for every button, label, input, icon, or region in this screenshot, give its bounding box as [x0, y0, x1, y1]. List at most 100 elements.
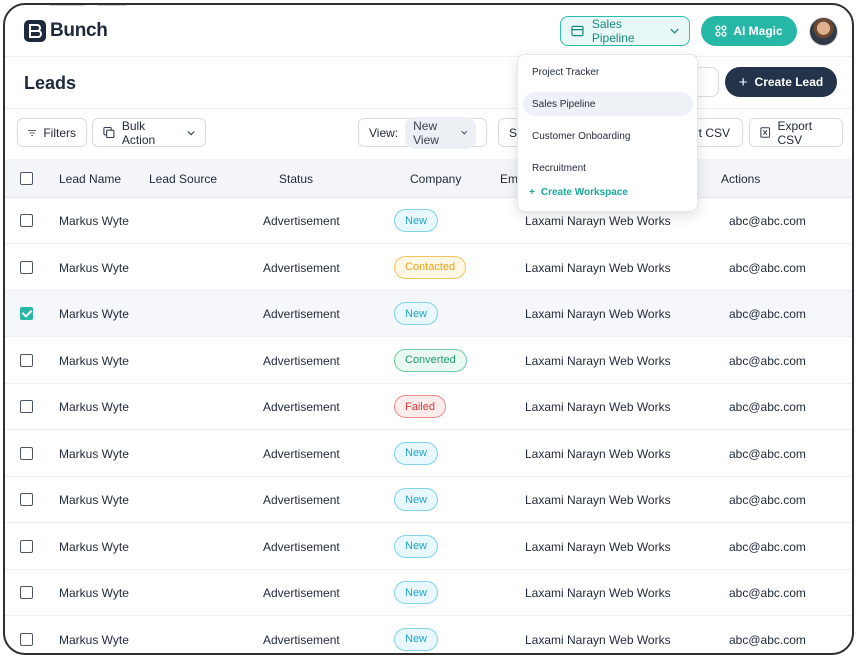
status-badge: New [394, 302, 439, 325]
toolbar: Filters Bulk Action View: New View St or… [5, 109, 852, 159]
create-workspace-label: Create Workspace [540, 187, 628, 198]
table-row[interactable]: Markus Wyte Advertisement Laxami Narayn We… [5, 245, 852, 291]
email-cell: abc@abc.com [729, 353, 806, 368]
bulk-action-label: Bulk Action [121, 118, 156, 147]
page-title: Leads [24, 73, 77, 93]
lead-name-cell: Markus Wyte [59, 493, 129, 507]
lead-name-cell: Markus Wyte [59, 307, 129, 321]
table-row[interactable]: Markus Wyte Advertisement Laxami Narayn We… [5, 291, 852, 337]
ai-magic-button[interactable]: AI Magic [701, 16, 797, 46]
dropdown-item-sales-pipeline[interactable]: Sales Pipeline [523, 92, 693, 116]
status-badge: New [394, 441, 439, 465]
workspace-dropdown: Project Tracker Sales Pipeline Customer … [517, 54, 698, 212]
column-header-lead-name[interactable]: Lead Name [59, 172, 121, 186]
select-all-checkbox[interactable] [20, 172, 33, 185]
column-header-lead-source[interactable]: Lead Source [149, 172, 217, 186]
export-csv-button[interactable]: Export CSV [749, 118, 843, 147]
company-cell: Laxami Narayn Web Works [525, 586, 671, 600]
lead-source-cell: Advertisement [263, 307, 340, 321]
company-cell: Laxami Narayn Web Works [525, 353, 671, 368]
row-checkbox[interactable] [20, 446, 33, 460]
chevron-down-icon [461, 130, 468, 135]
chevron-down-icon [670, 28, 679, 34]
filter-icon [28, 129, 37, 136]
lead-source-cell: Advertisement [263, 632, 340, 647]
workspace-switcher-button[interactable]: Sales Pipeline [560, 16, 690, 46]
email-cell: abc@abc.com [729, 586, 806, 600]
lead-source-cell: Advertisement [263, 260, 340, 275]
workspace-icon [571, 25, 584, 37]
row-checkbox[interactable] [20, 493, 33, 506]
dropdown-item-project-tracker[interactable]: Project Tracker [523, 60, 693, 84]
create-lead-button[interactable]: + Create Lead [725, 67, 837, 97]
lead-source-cell: Advertisement [263, 353, 340, 368]
row-checkbox[interactable] [20, 586, 33, 599]
table-row[interactable]: Markus Wyte Advertisement Laxami Narayn We… [5, 477, 852, 523]
status-badge: New [394, 209, 439, 232]
create-workspace-link[interactable]: + Create Workspace [529, 187, 628, 198]
workspace-label: Sales Pipeline [591, 17, 635, 45]
lead-source-cell: Advertisement [263, 493, 340, 507]
filters-button[interactable]: Filters [17, 118, 87, 147]
table-row[interactable]: Markus Wyte Advertisement Laxami Narayn We… [5, 570, 852, 616]
row-checkbox[interactable] [20, 353, 33, 367]
table-row[interactable]: Markus Wyte Advertisement Laxami Narayn We… [5, 384, 852, 430]
dropdown-item-label: Sales Pipeline [532, 98, 596, 110]
bulk-action-button[interactable]: Bulk Action [92, 118, 206, 147]
lead-name-cell: Markus Wyte [59, 446, 129, 461]
view-selector[interactable]: View: New View [358, 116, 487, 149]
view-value-pill[interactable]: New View [405, 116, 476, 149]
email-cell: abc@abc.com [729, 632, 806, 647]
lead-source-cell: Advertisement [263, 446, 340, 461]
status-badge: New [394, 627, 439, 651]
dropdown-item-label: Project Tracker [532, 66, 600, 78]
row-checkbox[interactable] [20, 539, 33, 553]
app-frame: Bunch Sales Pipeline AI Magic Leads + Cr… [3, 3, 854, 655]
top-bar: Bunch Sales Pipeline AI Magic [5, 5, 852, 57]
plus-icon: + [738, 73, 748, 91]
table-row[interactable]: Markus Wyte Advertisement Laxami Narayn We… [5, 524, 852, 570]
row-checkbox[interactable] [20, 307, 33, 320]
email-cell: abc@abc.com [729, 260, 806, 275]
export-csv-label: Export CSV [777, 118, 813, 147]
app-name: Bunch [50, 20, 108, 41]
table-row[interactable]: Markus Wyte Advertisement Laxami Narayn We… [5, 617, 852, 654]
row-checkbox[interactable] [20, 260, 33, 274]
app-logo[interactable]: Bunch [23, 19, 108, 43]
user-avatar[interactable] [809, 17, 838, 46]
ai-magic-label: AI Magic [733, 24, 783, 38]
row-checkbox[interactable] [20, 632, 33, 646]
status-badge: Converted [394, 348, 467, 372]
row-checkbox[interactable] [20, 214, 33, 227]
column-header-status[interactable]: Status [279, 172, 313, 186]
column-header-company[interactable]: Company [410, 172, 461, 186]
lead-name-cell: Markus Wyte [59, 260, 129, 275]
table-row[interactable]: Markus Wyte Advertisement Laxami Narayn We… [5, 338, 852, 384]
lead-source-cell: Advertisement [263, 586, 340, 600]
status-badge: New [394, 488, 439, 511]
plus-icon: + [529, 187, 535, 198]
company-cell: Laxami Narayn Web Works [525, 493, 671, 507]
table-row[interactable]: Markus Wyte Advertisement Laxami Narayn We… [5, 198, 852, 244]
lead-name-cell: Markus Wyte [59, 400, 129, 414]
status-badge: New [394, 581, 439, 604]
lead-name-cell: Markus Wyte [59, 632, 129, 647]
company-cell: Laxami Narayn Web Works [525, 446, 671, 461]
email-cell: abc@abc.com [729, 214, 806, 228]
email-cell: abc@abc.com [729, 539, 806, 554]
page-header: Leads ule + Create Lead [5, 57, 852, 109]
row-checkbox[interactable] [20, 400, 33, 413]
email-cell: abc@abc.com [729, 400, 806, 414]
company-cell: Laxami Narayn Web Works [525, 400, 671, 414]
dropdown-item-recruitment[interactable]: Recruitment [523, 156, 693, 180]
table-row[interactable]: Markus Wyte Advertisement Laxami Narayn We… [5, 431, 852, 477]
dropdown-item-customer-onboarding[interactable]: Customer Onboarding [523, 124, 693, 148]
company-cell: Laxami Narayn Web Works [525, 214, 671, 228]
lead-name-cell: Markus Wyte [59, 214, 129, 228]
column-header-actions[interactable]: Actions [721, 172, 760, 186]
status-badge: Failed [394, 395, 446, 418]
table-header: Lead Name Lead Source Status Company Ema… [5, 159, 852, 198]
copy-icon [103, 126, 115, 139]
chevron-down-icon [187, 130, 195, 135]
lead-source-cell: Advertisement [263, 400, 340, 414]
